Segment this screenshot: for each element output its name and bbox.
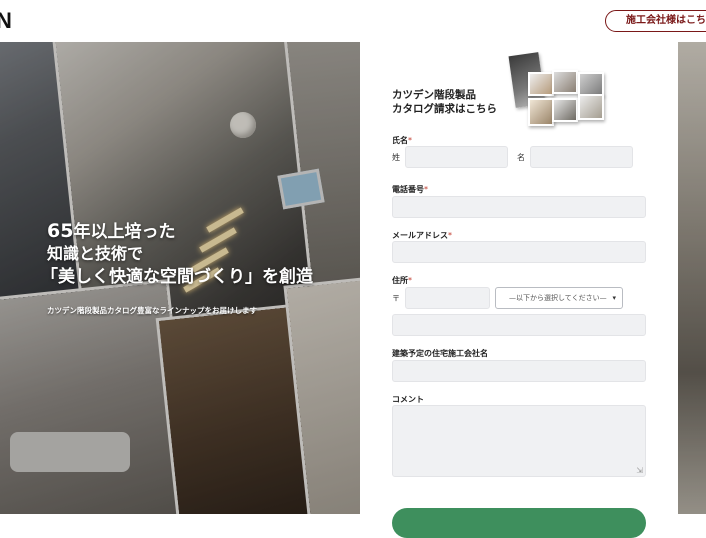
- last-name-input[interactable]: [405, 146, 508, 168]
- hero-line-2: 知識と技術で: [47, 244, 144, 263]
- resize-handle-icon[interactable]: ⇲: [636, 467, 643, 475]
- required-mark: *: [408, 136, 412, 145]
- submit-button[interactable]: [392, 508, 646, 538]
- first-name-input[interactable]: [530, 146, 633, 168]
- hero-headline: 65年以上培った 知識と技術で 「美しく快適な空間づくり」を創造: [41, 220, 313, 289]
- street-address-input[interactable]: [392, 314, 646, 336]
- required-mark: *: [408, 276, 412, 285]
- required-mark: *: [448, 231, 452, 240]
- contractor-link-button[interactable]: 施工会社様はこち: [605, 10, 706, 32]
- hero-line-1-text: 年以上培った: [73, 222, 176, 242]
- hero-subtitle: カツデン階段製品カタログ豊富なラインナップをお届けします: [47, 306, 257, 315]
- form-title-line-2: カタログ請求はこちら: [392, 103, 497, 115]
- catalog-page-image: [552, 70, 578, 94]
- builder-label: 建築予定の住宅施工会社名: [392, 349, 488, 358]
- catalog-page-image: [528, 72, 554, 96]
- prefecture-select-value: —以下から選択してください—: [509, 294, 607, 302]
- catalog-request-form: カツデン階段製品 カタログ請求はこちら 氏名* 姓 名 電話番号* メールアドレ…: [360, 42, 678, 538]
- phone-input[interactable]: [392, 196, 646, 218]
- comment-label: コメント: [392, 395, 424, 404]
- form-title: カツデン階段製品 カタログ請求はこちら: [392, 88, 497, 116]
- required-mark: *: [424, 185, 428, 194]
- email-label: メールアドレス*: [392, 231, 452, 240]
- hero-years: 65: [47, 220, 74, 242]
- site-header: N 施工会社様はこち: [0, 0, 706, 42]
- form-title-line-1: カツデン階段製品: [392, 89, 476, 101]
- catalog-page-image: [528, 98, 554, 126]
- email-input[interactable]: [392, 241, 646, 263]
- phone-label: 電話番号*: [392, 185, 428, 194]
- chevron-down-icon: ▾: [612, 294, 616, 302]
- site-logo[interactable]: N: [0, 8, 12, 34]
- hero-line-3: 「美しく快適な空間づくり」を創造: [41, 267, 313, 287]
- catalog-page-image: [578, 72, 604, 96]
- prefecture-select[interactable]: —以下から選択してください— ▾: [495, 287, 623, 309]
- postal-code-input[interactable]: [405, 287, 490, 309]
- catalog-page-image: [578, 94, 604, 120]
- builder-input[interactable]: [392, 360, 646, 382]
- last-name-label: 姓: [392, 153, 400, 162]
- first-name-label: 名: [517, 153, 525, 162]
- name-label: 氏名*: [392, 136, 412, 145]
- side-photo: [678, 42, 706, 514]
- hero-line-1: 65年以上培った: [47, 220, 313, 243]
- comment-textarea[interactable]: ⇲: [392, 405, 646, 477]
- address-label: 住所*: [392, 276, 412, 285]
- catalog-page-image: [552, 98, 578, 122]
- postal-mark: 〒: [392, 294, 400, 303]
